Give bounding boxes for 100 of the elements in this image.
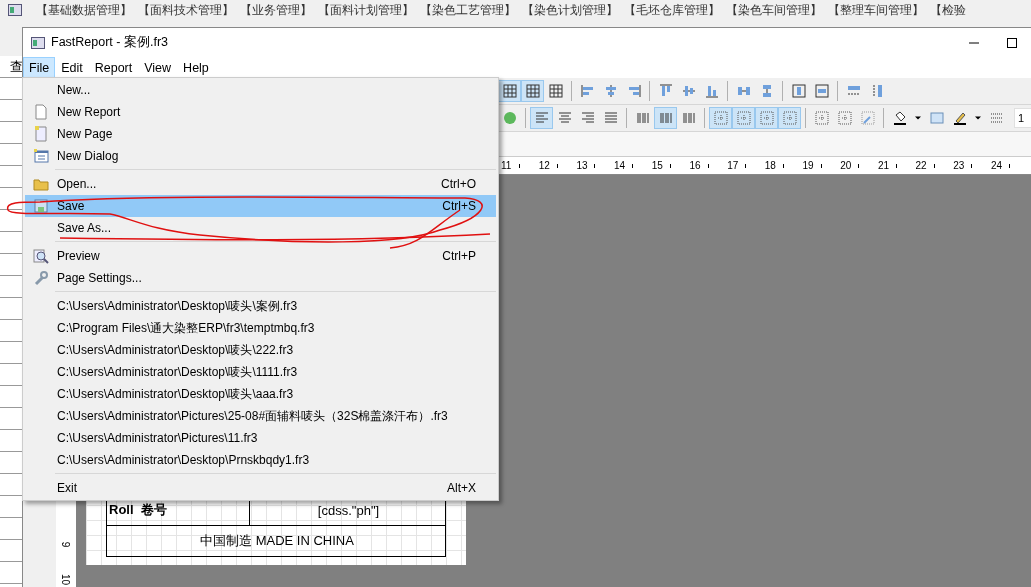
menu-entry-label: C:\Program Files\通大染整ERP\fr3\temptmbq.fr3 bbox=[57, 319, 316, 337]
bars-icon bbox=[634, 110, 651, 126]
bars-icon bbox=[657, 110, 674, 126]
shortcut-label: Alt+X bbox=[447, 481, 476, 495]
menu-entry[interactable]: Preview Ctrl+P bbox=[25, 245, 496, 267]
line-style-icon bbox=[988, 110, 1005, 126]
ruler-number: 21 bbox=[877, 160, 890, 171]
ruler-number: 20 bbox=[840, 160, 853, 171]
app-icon bbox=[31, 36, 45, 49]
menu-entry-label: Save As... bbox=[57, 221, 113, 235]
text-align-center-icon bbox=[556, 110, 573, 126]
menu-item[interactable]: Edit bbox=[55, 57, 89, 78]
menu-item[interactable]: File bbox=[23, 57, 56, 78]
menu-entry-label: C:\Users\Administrator\Desktop\Prnskbqdy1.fr3 bbox=[57, 453, 311, 467]
text-align-left-icon bbox=[533, 110, 550, 126]
shortcut-label: Ctrl+P bbox=[442, 249, 476, 263]
app-menu-item[interactable]: 【面料技术管理】 bbox=[138, 2, 234, 18]
table-cell-text: Roll 卷号 bbox=[108, 501, 168, 519]
menu-entry[interactable]: Page Settings... bbox=[25, 267, 496, 289]
grid-icon bbox=[524, 83, 541, 99]
frame-icon bbox=[813, 110, 830, 126]
menu-entry-label: New... bbox=[57, 83, 92, 97]
menu-entry[interactable]: New Dialog bbox=[25, 145, 496, 167]
ruler-number: 14 bbox=[614, 160, 627, 171]
menu-item[interactable]: Help bbox=[177, 57, 215, 78]
text-justify-icon bbox=[602, 110, 619, 126]
magnifier-icon bbox=[33, 248, 49, 264]
app-menu-item[interactable]: 【毛坯仓库管理】 bbox=[624, 2, 720, 18]
menu-entry[interactable]: C:\Users\Administrator\Pictures\25-08#面辅料唛头（32S棉盖涤汗布）.fr3 bbox=[25, 405, 496, 427]
ruler-number: 24 bbox=[990, 160, 1004, 171]
app-menu-item[interactable]: 【检验 bbox=[930, 2, 966, 18]
menu-entry[interactable]: New Page bbox=[25, 123, 496, 145]
grid-icon bbox=[547, 83, 564, 99]
table-cell-text: 中国制造 MADE IN CHINA bbox=[199, 532, 355, 550]
frame-icon bbox=[836, 110, 853, 126]
ruler-number: 23 bbox=[953, 160, 966, 171]
ruler-number: 10 bbox=[60, 573, 72, 586]
menu-entry-label: New Report bbox=[57, 105, 122, 119]
app-icon bbox=[8, 4, 22, 16]
ruler-number: 16 bbox=[689, 160, 702, 171]
app-menu-item[interactable]: 【染色计划管理】 bbox=[522, 2, 618, 18]
menu-item[interactable]: Report bbox=[88, 57, 139, 78]
app-menu-item[interactable]: 【业务管理】 bbox=[240, 2, 312, 18]
ruler-number: 15 bbox=[651, 160, 664, 171]
menu-entry[interactable]: C:\Users\Administrator\Desktop\唛头\222.fr3 bbox=[25, 339, 496, 361]
align-left-icon bbox=[579, 83, 596, 99]
menu-entry[interactable]: Save Ctrl+S bbox=[25, 195, 496, 217]
circle-icon bbox=[501, 110, 518, 126]
menu-entry-label: Page Settings... bbox=[57, 271, 143, 285]
menu-entry[interactable]: Open... Ctrl+O bbox=[25, 173, 496, 195]
menu-entry-label: Exit bbox=[57, 481, 78, 495]
menu-entry-label: C:\Users\Administrator\Pictures\11.fr3 bbox=[57, 431, 259, 445]
toolbar-label: 查 bbox=[10, 58, 23, 76]
menu-entry-label: Preview bbox=[57, 249, 101, 263]
ruler-number: 22 bbox=[915, 160, 928, 171]
align-bottom-icon bbox=[703, 83, 720, 99]
menu-entry[interactable]: C:\Users\Administrator\Desktop\唛头\1111.fr3 bbox=[25, 361, 496, 383]
align-middle-icon bbox=[680, 83, 697, 99]
app-menu-item[interactable]: 【染色工艺管理】 bbox=[420, 2, 516, 18]
menu-entry[interactable]: C:\Users\Administrator\Desktop\唛头\案例.fr3 bbox=[25, 295, 496, 317]
menu-entry-label: C:\Users\Administrator\Pictures\25-08#面辅料唛头（32S棉盖涤汗布）.fr3 bbox=[57, 407, 449, 425]
menu-entry[interactable]: C:\Users\Administrator\Desktop\唛头\aaa.fr3 bbox=[25, 383, 496, 405]
app-menu-item[interactable]: 【面料计划管理】 bbox=[318, 2, 414, 18]
frame-icon bbox=[712, 110, 729, 126]
grid-icon bbox=[501, 83, 518, 99]
app-menu-item[interactable]: 【基础数据管理】 bbox=[36, 2, 132, 18]
menu-entry[interactable]: C:\Users\Administrator\Desktop\Prnskbqdy1.fr3 bbox=[25, 449, 496, 471]
frame-icon bbox=[781, 110, 798, 126]
paint-bucket-icon bbox=[891, 110, 908, 126]
menu-entry[interactable]: Save As... bbox=[25, 217, 496, 239]
menu-item[interactable]: View bbox=[138, 57, 178, 78]
ruler-number: 18 bbox=[764, 160, 777, 171]
frame-icon bbox=[758, 110, 775, 126]
dialog-icon bbox=[33, 148, 49, 164]
align-top-icon bbox=[657, 83, 674, 99]
bars-icon bbox=[680, 110, 697, 126]
menu-entry-label: Open... bbox=[57, 177, 98, 191]
menu-entry[interactable]: C:\Program Files\通大染整ERP\fr3\temptmbq.fr3 bbox=[25, 317, 496, 339]
app-menu-item[interactable]: 【整理车间管理】 bbox=[828, 2, 924, 18]
shortcut-label: Ctrl+O bbox=[441, 177, 476, 191]
menu-entry[interactable]: New Report bbox=[25, 101, 496, 123]
ruler-number: 19 bbox=[802, 160, 815, 171]
new-page-icon bbox=[33, 126, 49, 142]
ruler-number: 13 bbox=[576, 160, 589, 171]
menu-entry-label: New Page bbox=[57, 127, 114, 141]
frame-icon bbox=[735, 110, 752, 126]
line-width-field[interactable]: 1 bbox=[1014, 108, 1031, 128]
menu-entry-label: C:\Users\Administrator\Desktop\唛头\案例.fr3 bbox=[57, 297, 299, 315]
menu-entry-label: Save bbox=[57, 199, 86, 213]
text-align-right-icon bbox=[579, 110, 596, 126]
app-menu-item[interactable]: 【染色车间管理】 bbox=[726, 2, 822, 18]
menu-entry[interactable]: C:\Users\Administrator\Pictures\11.fr3 bbox=[25, 427, 496, 449]
pen-icon bbox=[951, 110, 968, 126]
ruler-number: 12 bbox=[538, 160, 551, 171]
center-icon bbox=[813, 83, 830, 99]
rectangle-icon bbox=[928, 110, 945, 126]
shortcut-label: Ctrl+S bbox=[442, 199, 476, 213]
menu-entry-label: C:\Users\Administrator\Desktop\唛头\222.fr3 bbox=[57, 341, 295, 359]
menu-entry-label: New Dialog bbox=[57, 149, 120, 163]
ruler-number: 17 bbox=[727, 160, 740, 171]
